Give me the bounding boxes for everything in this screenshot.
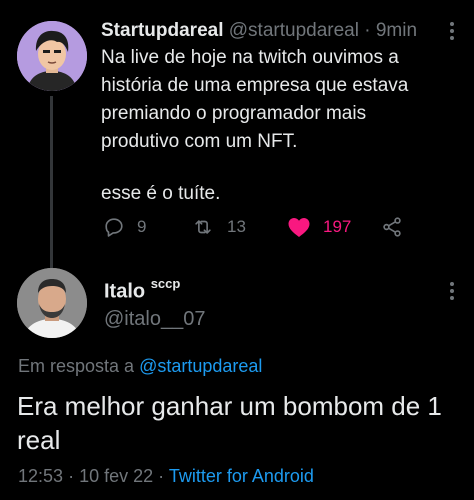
reply-context: Em resposta a @startupdareal bbox=[18, 356, 262, 377]
more-options-icon[interactable] bbox=[450, 22, 454, 43]
cartoon-avatar-image bbox=[17, 21, 87, 91]
profile-photo-image bbox=[17, 268, 87, 338]
thread-connector-line bbox=[50, 96, 53, 270]
retweet-count: 13 bbox=[227, 217, 246, 236]
reply-icon bbox=[105, 218, 123, 237]
more-options-icon[interactable] bbox=[450, 282, 454, 303]
tweet-actions: 9 13 197 bbox=[101, 212, 421, 242]
avatar[interactable] bbox=[17, 21, 87, 91]
author-name[interactable]: Italo sccp bbox=[104, 276, 181, 304]
tweet-metadata: 12:53 · 10 fev 22 · Twitter for Android bbox=[18, 466, 314, 487]
reply-prefix: Em resposta a bbox=[18, 356, 135, 376]
tweet-time[interactable]: 9min bbox=[376, 20, 417, 41]
reply-tweet-text: Era melhor ganhar um bombom de 1 real bbox=[17, 391, 442, 455]
reply-count: 9 bbox=[137, 217, 147, 236]
tweet-text: Na live de hoje na twitch ouvimos a hist… bbox=[101, 44, 451, 208]
tweet-source-link[interactable]: Twitter for Android bbox=[169, 466, 314, 486]
separator-dot: · bbox=[158, 466, 165, 486]
tweet-text-line: produtivo com um NFT. bbox=[101, 131, 298, 152]
tweet-text-line: Na live de hoje na twitch ouvimos a bbox=[101, 47, 399, 68]
author-name-text: Italo bbox=[104, 280, 146, 303]
author-handle[interactable]: @italo__07 bbox=[104, 308, 205, 331]
separator-dot: · bbox=[68, 466, 75, 486]
separator-dot: · bbox=[364, 20, 371, 41]
share-icon bbox=[383, 217, 401, 237]
reply-target-link[interactable]: @startupdareal bbox=[139, 356, 262, 376]
like-count: 197 bbox=[323, 217, 352, 236]
avatar[interactable] bbox=[17, 268, 87, 338]
tweet-text-line: história de uma empresa que estava bbox=[101, 75, 409, 96]
retweet-icon bbox=[195, 220, 211, 234]
author-name[interactable]: Startupdareal bbox=[101, 20, 223, 41]
tweet-text-line: esse é o tuíte. bbox=[101, 183, 221, 204]
share-button[interactable] bbox=[381, 212, 415, 242]
reply-button[interactable]: 9 bbox=[103, 212, 146, 242]
tweet-text-line: premiando o programador mais bbox=[101, 103, 367, 124]
tweet-date: 10 fev 22 bbox=[79, 466, 154, 486]
tweet-header: Startupdareal @startupdareal · 9min bbox=[101, 20, 464, 46]
heart-icon bbox=[288, 218, 310, 237]
retweet-button[interactable]: 13 bbox=[191, 212, 246, 242]
author-handle[interactable]: @startupdareal bbox=[229, 20, 359, 41]
tweet-time: 12:53 bbox=[18, 466, 64, 486]
author-name-suffix: sccp bbox=[150, 276, 181, 291]
like-button[interactable]: 197 bbox=[287, 212, 351, 242]
